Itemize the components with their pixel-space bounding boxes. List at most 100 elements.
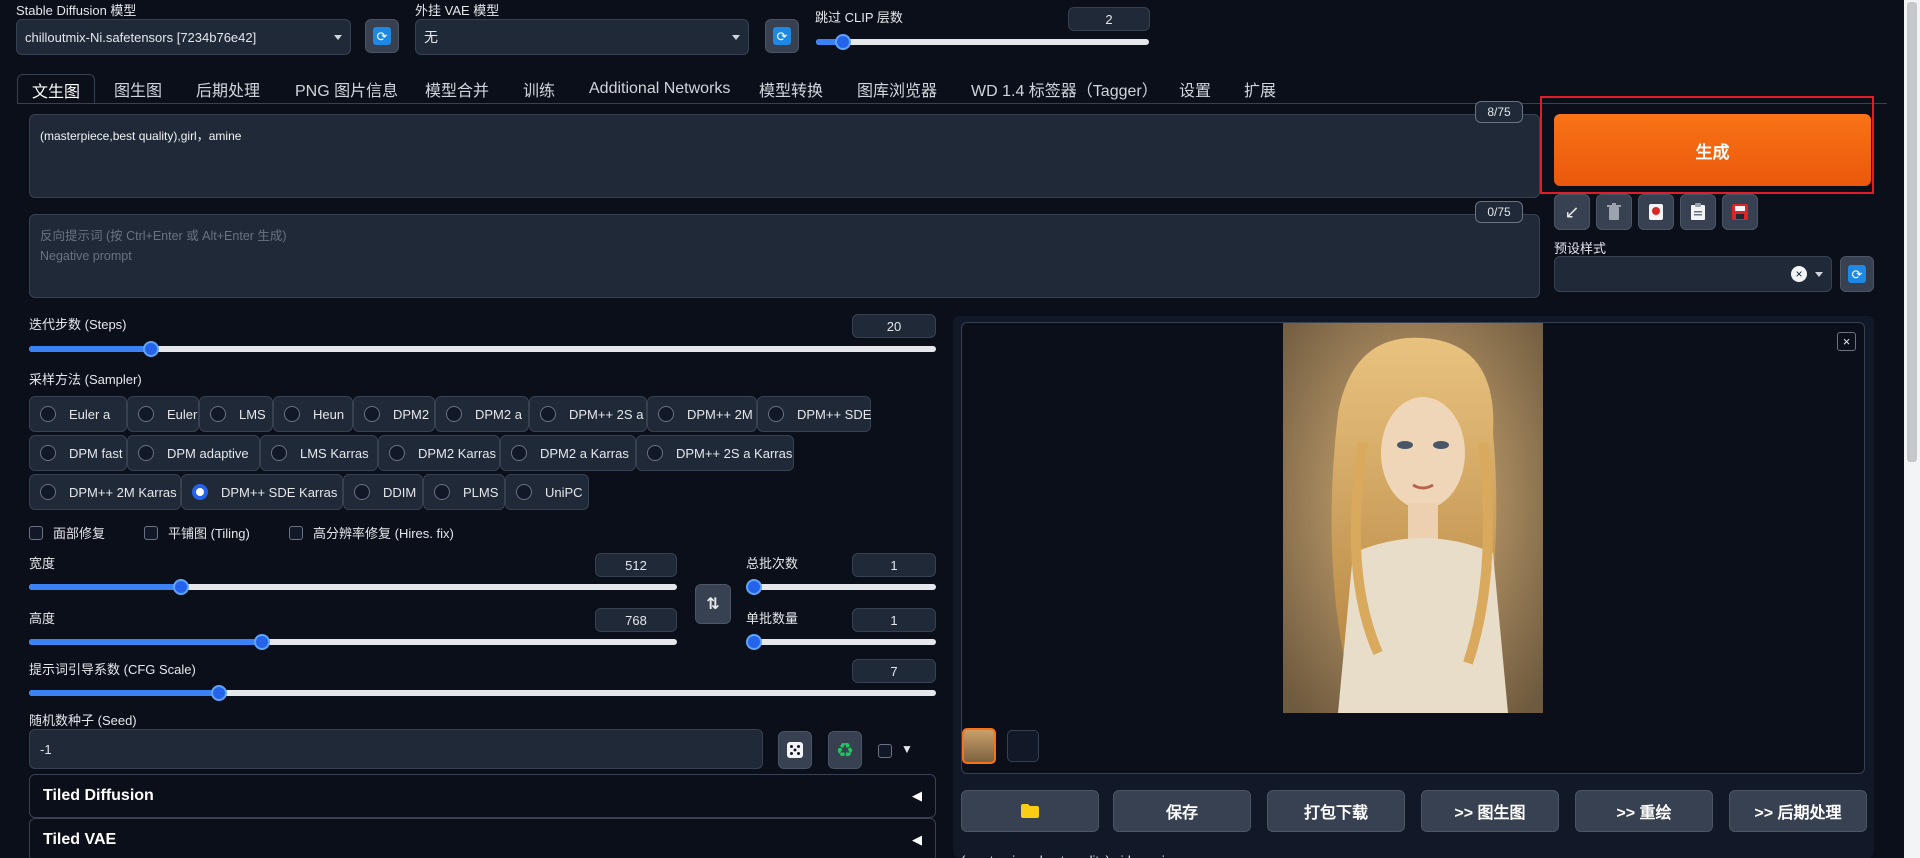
checkbox-box[interactable]	[289, 525, 303, 540]
extra-seed-checkbox[interactable]	[878, 744, 892, 758]
open-folder-button[interactable]	[961, 790, 1099, 832]
tab-png-info[interactable]: PNG 图片信息	[295, 74, 398, 104]
radio-indicator[interactable]	[768, 406, 784, 422]
sampler-option[interactable]: Heun	[273, 396, 353, 432]
radio-indicator[interactable]	[364, 406, 380, 422]
batch-count-slider-thumb[interactable]	[746, 579, 762, 595]
swap-dimensions-button[interactable]: ⇅	[695, 584, 731, 624]
height-value[interactable]: 768	[595, 608, 677, 632]
tab-img2img[interactable]: 图生图	[114, 74, 162, 104]
tab-train[interactable]: 训练	[523, 74, 555, 104]
cfg-slider-thumb[interactable]	[211, 685, 228, 701]
clear-prompt-button[interactable]	[1596, 194, 1632, 230]
generated-image[interactable]	[1283, 323, 1543, 713]
radio-indicator[interactable]	[434, 484, 450, 500]
sampler-option[interactable]: DPM2 Karras	[378, 435, 500, 471]
gallery-thumbnail-2[interactable]	[1007, 730, 1039, 762]
checkbox-box[interactable]	[29, 525, 43, 540]
close-gallery-button[interactable]: ×	[1837, 332, 1856, 351]
radio-indicator[interactable]	[138, 445, 154, 461]
radio-indicator[interactable]	[40, 406, 56, 422]
face-restore-checkbox[interactable]: 面部修复	[29, 523, 105, 542]
save-image-button[interactable]: 保存	[1113, 790, 1251, 832]
tiling-checkbox[interactable]: 平铺图 (Tiling)	[144, 523, 250, 542]
gallery-thumbnail-1[interactable]	[962, 728, 996, 764]
tab-tagger[interactable]: WD 1.4 标签器（Tagger）	[971, 74, 1158, 104]
steps-value[interactable]: 20	[852, 314, 936, 338]
extra-seed-toggle-icon[interactable]: ▼	[901, 742, 913, 756]
zip-download-button[interactable]: 打包下载	[1267, 790, 1405, 832]
sampler-option[interactable]: DPM2 a Karras	[500, 435, 636, 471]
radio-indicator[interactable]	[446, 406, 462, 422]
extra-networks-button[interactable]	[1638, 194, 1674, 230]
radio-indicator[interactable]	[271, 445, 287, 461]
radio-indicator[interactable]	[540, 406, 556, 422]
radio-indicator[interactable]	[511, 445, 527, 461]
height-slider-thumb[interactable]	[254, 634, 271, 650]
apply-style-button[interactable]	[1680, 194, 1716, 230]
reuse-seed-button[interactable]: ♻	[828, 731, 862, 769]
hires-fix-checkbox[interactable]: 高分辨率修复 (Hires. fix)	[289, 523, 454, 542]
styles-select[interactable]: ×	[1554, 256, 1832, 292]
vae-refresh-button[interactable]: ⟳	[765, 19, 799, 53]
send-to-inpaint-button[interactable]: >> 重绘	[1575, 790, 1713, 832]
tiled-diffusion-accordion[interactable]: Tiled Diffusion ◀	[29, 774, 936, 818]
clip-value[interactable]: 2	[1068, 7, 1150, 31]
sampler-option[interactable]: LMS	[199, 396, 273, 432]
radio-indicator[interactable]	[354, 484, 370, 500]
sampler-option[interactable]: Euler	[127, 396, 199, 432]
save-style-button[interactable]	[1722, 194, 1758, 230]
sampler-option[interactable]: DPM2 a	[435, 396, 529, 432]
tab-additional-networks[interactable]: Additional Networks	[589, 74, 730, 104]
radio-indicator[interactable]	[658, 406, 674, 422]
prompt-textarea[interactable]: (masterpiece,best quality),girl，amine	[29, 114, 1540, 198]
clip-slider-thumb[interactable]	[834, 34, 851, 50]
sampler-option[interactable]: LMS Karras	[260, 435, 378, 471]
radio-indicator[interactable]	[192, 484, 208, 500]
send-to-extras-button[interactable]: >> 后期处理	[1729, 790, 1867, 832]
tab-settings[interactable]: 设置	[1179, 74, 1211, 104]
sampler-option[interactable]: DPM++ SDE	[757, 396, 871, 432]
tab-extensions[interactable]: 扩展	[1244, 74, 1276, 104]
model-refresh-button[interactable]: ⟳	[365, 19, 399, 53]
vae-select[interactable]: 无	[415, 19, 749, 55]
sampler-option[interactable]: DPM fast	[29, 435, 127, 471]
checkbox-box[interactable]	[144, 525, 158, 540]
random-seed-button[interactable]	[778, 731, 812, 769]
tiled-vae-accordion[interactable]: Tiled VAE ◀	[29, 818, 936, 858]
styles-refresh-button[interactable]: ⟳	[1840, 256, 1874, 292]
clear-icon[interactable]: ×	[1791, 266, 1807, 282]
read-params-button[interactable]: ↙	[1554, 194, 1590, 230]
radio-indicator[interactable]	[284, 406, 300, 422]
sampler-option[interactable]: DPM++ 2S a Karras	[636, 435, 794, 471]
page-scrollbar[interactable]	[1904, 0, 1920, 858]
radio-indicator[interactable]	[647, 445, 663, 461]
sampler-option[interactable]: DPM adaptive	[127, 435, 260, 471]
sampler-option[interactable]: DPM2	[353, 396, 435, 432]
radio-indicator[interactable]	[40, 484, 56, 500]
batch-size-slider[interactable]	[746, 634, 936, 650]
seed-input[interactable]: -1	[29, 729, 763, 769]
radio-indicator[interactable]	[210, 406, 226, 422]
scrollbar-thumb[interactable]	[1907, 2, 1917, 462]
sampler-option[interactable]: PLMS	[423, 474, 505, 510]
batch-count-slider[interactable]	[746, 579, 936, 595]
radio-indicator[interactable]	[516, 484, 532, 500]
clip-slider[interactable]	[816, 34, 1149, 50]
sampler-option[interactable]: DPM++ 2M Karras	[29, 474, 181, 510]
batch-size-slider-thumb[interactable]	[746, 634, 762, 650]
steps-slider-thumb[interactable]	[142, 341, 159, 357]
radio-indicator[interactable]	[138, 406, 154, 422]
send-to-img2img-button[interactable]: >> 图生图	[1421, 790, 1559, 832]
tab-extras[interactable]: 后期处理	[196, 74, 260, 104]
batch-count-value[interactable]: 1	[852, 553, 936, 577]
batch-size-value[interactable]: 1	[852, 608, 936, 632]
model-select[interactable]: chilloutmix-Ni.safetensors [7234b76e42]	[16, 19, 351, 55]
generate-button[interactable]: 生成	[1554, 114, 1871, 186]
sampler-option[interactable]: DPM++ SDE Karras	[181, 474, 343, 510]
sampler-option[interactable]: UniPC	[505, 474, 589, 510]
tab-merge[interactable]: 模型合并	[425, 74, 489, 104]
tab-image-browser[interactable]: 图库浏览器	[857, 74, 937, 104]
height-slider[interactable]	[29, 634, 677, 650]
width-slider-thumb[interactable]	[173, 579, 190, 595]
